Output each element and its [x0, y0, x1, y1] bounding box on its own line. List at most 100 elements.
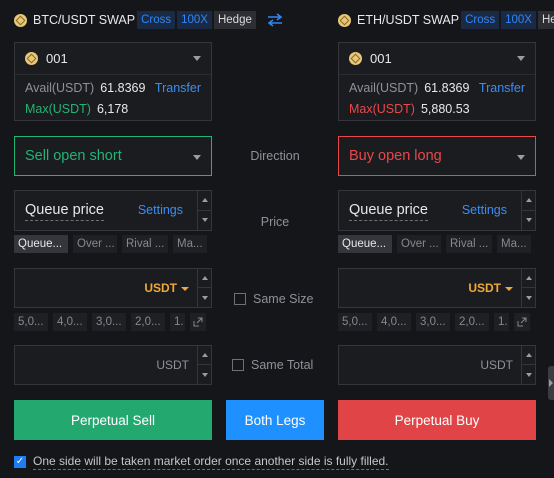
left-position-mode-tag[interactable]: Hedge [213, 11, 256, 29]
stepper-down-icon[interactable] [522, 365, 535, 384]
right-pair-name[interactable]: ETH/USDT SWAP [357, 13, 459, 27]
right-chip-over[interactable]: Over ... [397, 235, 441, 253]
left-direction-select[interactable]: Sell open short [14, 136, 212, 176]
right-amount-chip[interactable]: 1. [494, 313, 509, 331]
right-price-input[interactable]: Queue price Settings [338, 190, 536, 231]
left-chip-rival[interactable]: Rival ... [122, 235, 168, 253]
left-amount-chip[interactable]: 4,0... [53, 313, 87, 331]
checkbox-icon[interactable] [232, 359, 244, 371]
right-amount-unit-select[interactable]: USDT [468, 281, 513, 295]
right-total-unit: USDT [480, 358, 513, 372]
left-account-select[interactable]: 001 [15, 43, 211, 75]
right-amount-chip[interactable]: 5,0... [338, 313, 372, 331]
stepper-up-icon[interactable] [198, 191, 211, 211]
right-total-input[interactable]: USDT [338, 345, 536, 385]
market-order-option[interactable]: ✓ One side will be taken market order on… [14, 454, 389, 470]
left-price-input[interactable]: Queue price Settings [14, 190, 212, 231]
chevron-down-icon [517, 56, 525, 61]
checkbox-icon[interactable] [234, 293, 246, 305]
swap-arrows-icon[interactable] [267, 13, 283, 27]
stepper-up-icon[interactable] [522, 346, 535, 365]
both-legs-button[interactable]: Both Legs [226, 400, 324, 440]
right-chip-queue[interactable]: Queue... [338, 235, 392, 253]
expand-icon[interactable] [514, 313, 530, 331]
right-price-mode[interactable]: Queue price [349, 202, 428, 221]
left-amount-chip[interactable]: 3,0... [92, 313, 126, 331]
right-total-stepper[interactable] [521, 346, 535, 384]
right-max-label: Max(USDT) [349, 102, 415, 116]
left-total-input[interactable]: USDT [14, 345, 212, 385]
stepper-up-icon[interactable] [198, 346, 211, 365]
check-icon[interactable]: ✓ [14, 456, 26, 468]
perpetual-sell-button[interactable]: Perpetual Sell [14, 400, 212, 440]
same-total-label: Same Total [251, 358, 314, 372]
perpetual-buy-button[interactable]: Perpetual Buy [338, 400, 536, 440]
stepper-down-icon[interactable] [198, 288, 211, 307]
right-direction-select[interactable]: Buy open long [338, 136, 536, 176]
left-chip-market[interactable]: Ma... [173, 235, 207, 253]
chevron-down-icon [517, 155, 525, 160]
right-amount-input[interactable]: USDT [338, 268, 536, 308]
left-avail-value: 61.8369 [100, 81, 146, 95]
right-max-row: Max(USDT) 5,880.53 [349, 102, 470, 116]
right-amount-chip[interactable]: 4,0... [377, 313, 411, 331]
left-chip-queue[interactable]: Queue... [14, 235, 68, 253]
coin-icon [25, 52, 38, 65]
coin-icon [14, 13, 27, 27]
left-amount-chip[interactable]: 2,0... [131, 313, 165, 331]
right-leverage-tag[interactable]: 100X [501, 11, 536, 29]
right-price-settings-link[interactable]: Settings [462, 203, 507, 217]
left-account-panel: 001 Avail(USDT) 61.8369 Transfer Max(USDT… [14, 42, 212, 121]
same-total-checkbox[interactable]: Same Total [232, 358, 313, 372]
right-account-select[interactable]: 001 [339, 43, 535, 75]
stepper-up-icon[interactable] [522, 191, 535, 211]
stepper-up-icon[interactable] [198, 269, 211, 288]
left-amount-input[interactable]: USDT [14, 268, 212, 308]
right-pair-header: ETH/USDT SWAP Cross 100X Hedge [338, 10, 554, 30]
right-amount-chip[interactable]: 3,0... [416, 313, 450, 331]
right-chip-market[interactable]: Ma... [497, 235, 531, 253]
stepper-down-icon[interactable] [522, 211, 535, 231]
expand-icon[interactable] [190, 313, 206, 331]
left-amount-chip[interactable]: 5,0... [14, 313, 48, 331]
same-size-label: Same Size [253, 292, 314, 306]
right-amount-stepper[interactable] [521, 269, 535, 307]
left-avail-label: Avail(USDT) [25, 81, 95, 95]
right-account-panel: 001 Avail(USDT) 61.8369 Transfer Max(USDT… [338, 42, 536, 121]
right-price-stepper[interactable] [521, 191, 535, 230]
left-price-mode[interactable]: Queue price [25, 202, 104, 221]
stepper-up-icon[interactable] [522, 269, 535, 288]
right-position-mode-tag[interactable]: Hedge [537, 11, 554, 29]
same-size-checkbox[interactable]: Same Size [234, 292, 313, 306]
left-account-value: 001 [46, 51, 68, 66]
left-total-stepper[interactable] [197, 346, 211, 384]
left-amount-stepper[interactable] [197, 269, 211, 307]
stepper-down-icon[interactable] [522, 288, 535, 307]
right-margin-mode-tag[interactable]: Cross [461, 11, 500, 29]
left-leverage-tag[interactable]: 100X [177, 11, 212, 29]
chevron-down-icon [181, 286, 189, 291]
left-margin-mode-tag[interactable]: Cross [137, 11, 176, 29]
market-order-note: One side will be taken market order once… [33, 454, 389, 470]
left-pair-header: BTC/USDT SWAP Cross 100X Hedge [14, 10, 256, 30]
right-avail-row: Avail(USDT) 61.8369 [349, 81, 469, 95]
left-amount-unit: USDT [144, 281, 177, 295]
right-amount-unit: USDT [468, 281, 501, 295]
right-chip-rival[interactable]: Rival ... [446, 235, 492, 253]
left-price-settings-link[interactable]: Settings [138, 203, 183, 217]
left-amount-chips: 5,0... 4,0... 3,0... 2,0... 1. [14, 313, 212, 331]
coin-icon [349, 52, 362, 65]
stepper-down-icon[interactable] [198, 365, 211, 384]
collapse-panel-handle[interactable] [548, 366, 554, 400]
left-transfer-link[interactable]: Transfer [155, 81, 201, 95]
left-price-stepper[interactable] [197, 191, 211, 230]
left-amount-chip[interactable]: 1. [170, 313, 185, 331]
right-transfer-link[interactable]: Transfer [479, 81, 525, 95]
left-pair-name[interactable]: BTC/USDT SWAP [33, 13, 135, 27]
left-amount-unit-select[interactable]: USDT [144, 281, 189, 295]
right-max-value: 5,880.53 [420, 102, 470, 116]
left-chip-over[interactable]: Over ... [73, 235, 117, 253]
right-amount-chip[interactable]: 2,0... [455, 313, 489, 331]
stepper-down-icon[interactable] [198, 211, 211, 231]
right-avail-label: Avail(USDT) [349, 81, 419, 95]
